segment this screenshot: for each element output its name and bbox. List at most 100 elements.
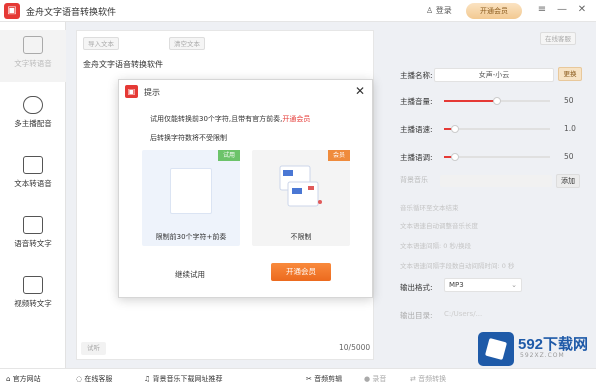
editor-text: 金舟文字语音转换软件 [83, 60, 163, 69]
music-download-link[interactable]: ♫ 背景音乐下载网址推荐 [144, 374, 223, 384]
volume-slider-fill [444, 100, 497, 102]
sidebar-item-video-to-text[interactable]: 视频转文字 [0, 270, 66, 322]
sidebar-item-text-file[interactable]: 文本转语音 [0, 150, 66, 202]
upgrade-dialog: ▣ 提示 ✕ 试用仅能转换前30个字符,且带有官方前奏,开通会员 后转换字符数将… [118, 79, 373, 298]
record-label: 录音 [372, 375, 387, 383]
bg-music-label: 背景音乐 [400, 176, 428, 184]
menu-icon[interactable]: ≡ [536, 4, 548, 15]
watermark-logo: 592下载网 592XZ.COM [478, 330, 594, 370]
user-icon: ♙ [426, 6, 434, 15]
clear-text-button[interactable]: 清空文本 [169, 37, 205, 50]
voice-select[interactable]: 女声-小云 [434, 68, 554, 82]
dialog-message-line1: 试用仅能转换前30个字符,且带有官方前奏,开通会员 [150, 114, 310, 124]
trial-card: 试用 限制前30个字符+前奏 [142, 150, 240, 246]
speed-slider[interactable] [444, 125, 550, 133]
format-value: MP3 [449, 281, 464, 289]
trial-caption: 限制前30个字符+前奏 [155, 233, 227, 241]
open-vip-button[interactable]: 开通会员 [466, 3, 522, 19]
online-service-button[interactable]: 在线客服 [540, 32, 576, 45]
music-adjust-option: 文本语速自动调整音乐长度 [400, 222, 478, 230]
watermark-box-icon [478, 332, 514, 366]
volume-slider[interactable] [444, 97, 550, 105]
vip-card: 会员 不限制 [252, 150, 350, 246]
sidebar-item-label: 语音转文字 [14, 239, 52, 248]
char-count: 10/5000 [339, 343, 371, 352]
audio-convert-label: 音频转换 [418, 375, 447, 383]
scissors-icon: ✂ [306, 375, 312, 383]
online-service-label: 在线客服 [84, 375, 113, 383]
dialog-title: 提示 [144, 88, 160, 97]
text-to-speech-icon [23, 36, 43, 54]
voice-label: 主播名称: [400, 71, 433, 80]
sidebar-item-multi-anchor[interactable]: 多主播配音 [0, 90, 66, 142]
paragraph-interval-option: 文本语速间隔: 0 秒/换段 [400, 242, 472, 250]
audio-edit-label: 音频剪辑 [314, 375, 343, 383]
video-to-text-icon [23, 276, 43, 294]
documents-icon [279, 165, 322, 207]
text-file-icon [23, 156, 43, 174]
audio-convert-link[interactable]: ⇄ 音频转换 [410, 374, 446, 384]
audio-edit-link[interactable]: ✂ 音频剪辑 [306, 374, 342, 384]
sidebar-item-label: 文本转语音 [14, 179, 52, 188]
output-dir-label: 输出目录: [400, 311, 433, 320]
sidebar-item-text-to-speech[interactable]: 文字转语音 [0, 30, 66, 82]
chat-icon: ◌ [76, 375, 83, 383]
login-button[interactable]: ♙ 登录 [426, 5, 452, 16]
dialog-message-line2: 后转换字符数将不受限制 [150, 134, 227, 142]
settings-panel: 在线客服 主播名称: 女声-小云 更换 主播音量: 50 主播语速: 1.0 主… [386, 30, 590, 350]
close-icon[interactable]: ✕ [355, 84, 365, 98]
pitch-slider-handle[interactable] [450, 153, 459, 161]
add-music-button[interactable]: 添加 [556, 174, 580, 188]
speed-value: 1.0 [564, 124, 576, 133]
sidebar-item-label: 文字转语音 [14, 59, 52, 68]
volume-label: 主播音量: [400, 97, 433, 106]
change-voice-button[interactable]: 更换 [558, 67, 582, 81]
login-label: 登录 [435, 6, 452, 15]
mic-icon: ● [364, 375, 371, 383]
multi-anchor-icon [23, 96, 43, 114]
app-title: 金舟文字语音转换软件 [26, 8, 117, 18]
trial-badge: 试用 [218, 150, 240, 161]
dialog-message-text: 试用仅能转换前30个字符,且带有官方前奏, [150, 115, 283, 123]
speed-label: 主播语速: [400, 125, 433, 134]
preview-button[interactable]: 试听 [81, 342, 106, 355]
continue-trial-button[interactable]: 继续试用 [175, 269, 205, 280]
pitch-value: 50 [564, 152, 574, 161]
volume-slider-handle[interactable] [493, 97, 501, 105]
pitch-slider[interactable] [444, 153, 550, 161]
record-link[interactable]: ● 录音 [364, 374, 386, 384]
watermark-brand: 592下载网 [518, 336, 589, 353]
document-icon [170, 168, 212, 214]
open-vip-link[interactable]: 开通会员 [282, 115, 310, 123]
open-vip-dialog-button[interactable]: 开通会员 [271, 263, 331, 281]
speed-slider-handle[interactable] [450, 125, 459, 133]
field-interval-option: 文本语速间隔字段数自动间隔时间: 0 秒 [400, 262, 515, 270]
bg-music-input[interactable] [440, 175, 552, 187]
music-download-label: 背景音乐下载网址推荐 [152, 375, 223, 383]
sidebar-item-label: 多主播配音 [14, 119, 52, 128]
chevron-down-icon: ⌄ [511, 281, 517, 289]
close-icon[interactable]: ✕ [576, 4, 588, 15]
speech-to-text-icon [23, 216, 43, 234]
vip-badge: 会员 [328, 150, 350, 161]
pitch-label: 主播语调: [400, 153, 433, 162]
vip-caption: 不限制 [290, 233, 312, 241]
output-dir-value[interactable]: C:/Users/... [444, 310, 482, 318]
format-select[interactable]: MP3 ⌄ [444, 278, 522, 292]
sidebar: 文字转语音 多主播配音 文本转语音 语音转文字 视频转文字 [0, 22, 66, 368]
dialog-logo-icon: ▣ [125, 85, 138, 98]
minimize-icon[interactable]: — [556, 4, 568, 15]
online-service-link[interactable]: ◌ 在线客服 [76, 374, 112, 384]
music-icon: ♫ [144, 375, 151, 383]
app-logo-icon: ▣ [4, 3, 20, 19]
sidebar-item-label: 视频转文字 [14, 299, 52, 308]
format-label: 输出格式: [400, 283, 433, 292]
volume-value: 50 [564, 96, 574, 105]
import-text-button[interactable]: 导入文本 [83, 37, 119, 50]
bottom-bar: ⌂ 官方网站 ◌ 在线客服 ♫ 背景音乐下载网址推荐 ✂ 音频剪辑 ● 录音 ⇄… [0, 368, 596, 387]
sidebar-item-speech-to-text[interactable]: 语音转文字 [0, 210, 66, 262]
official-site-link[interactable]: ⌂ 官方网站 [6, 374, 41, 384]
convert-icon: ⇄ [410, 375, 416, 383]
music-loop-option: 音乐循环至文本结束 [400, 204, 459, 212]
title-bar: ▣ 金舟文字语音转换软件 ♙ 登录 开通会员 ≡ — ✕ [0, 0, 596, 22]
